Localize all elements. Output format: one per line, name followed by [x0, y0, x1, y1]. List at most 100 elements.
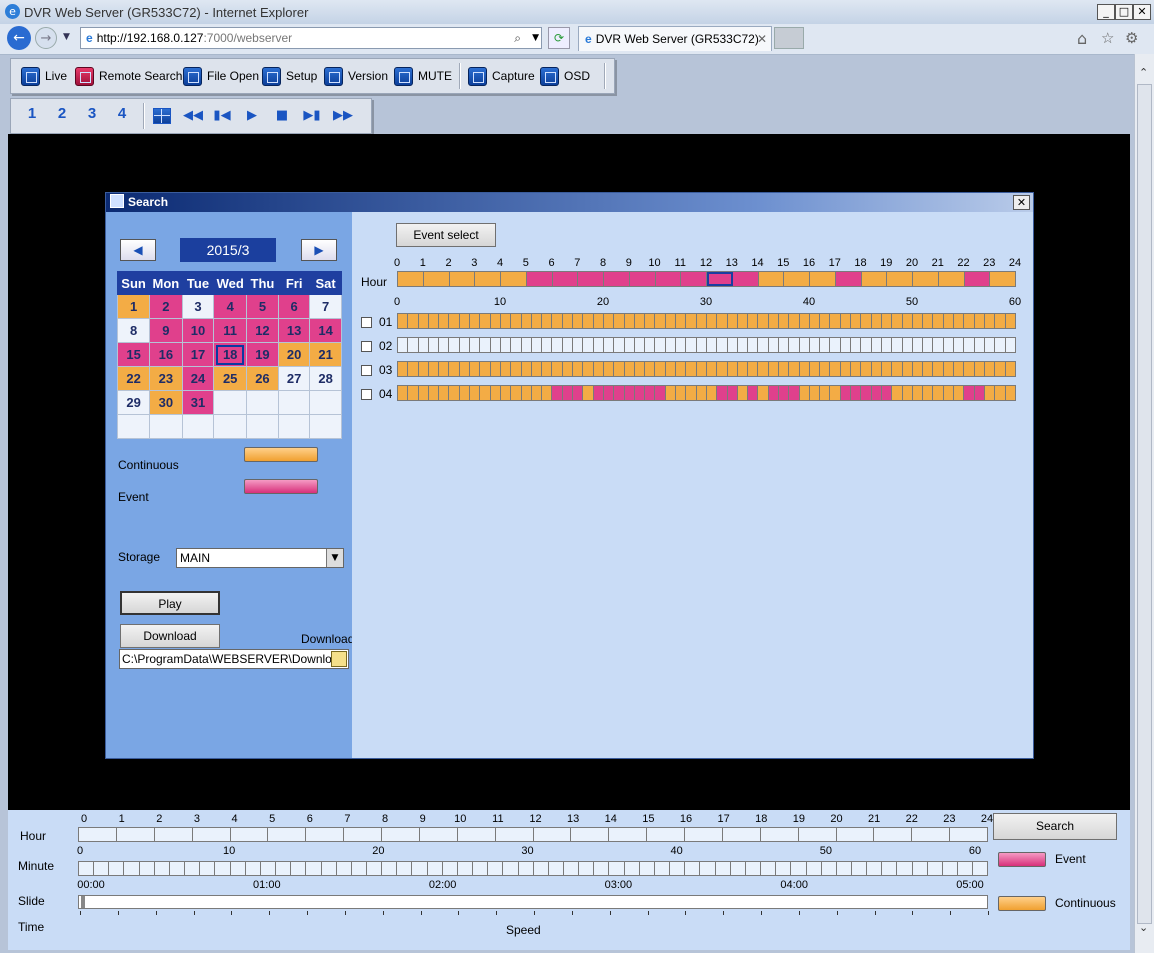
calendar-day-6[interactable]: 6 — [277, 294, 311, 319]
calendar-day-7[interactable]: 7 — [309, 294, 342, 319]
hour-segment[interactable] — [938, 272, 965, 286]
bottom-minute-segment[interactable] — [685, 862, 701, 875]
channel-01-segment[interactable] — [521, 314, 532, 328]
channel-01-segment[interactable] — [923, 314, 934, 328]
channel-04-segment[interactable] — [964, 386, 975, 400]
channel-03-segment[interactable] — [665, 362, 677, 376]
channel-04-segment[interactable] — [459, 386, 471, 400]
bottom-minute-segment[interactable] — [579, 862, 595, 875]
bottom-hour-segment[interactable] — [760, 828, 799, 841]
channel-01-segment[interactable] — [820, 314, 831, 328]
channel-01-checkbox[interactable] — [361, 317, 372, 328]
channel-04-segment[interactable] — [573, 386, 584, 400]
channel-03-segment[interactable] — [820, 362, 831, 376]
bottom-minute-segment[interactable] — [715, 862, 731, 875]
channel-04-segment[interactable] — [871, 386, 882, 400]
channel-02-segment[interactable] — [799, 338, 810, 352]
channel-04-segment[interactable] — [614, 386, 625, 400]
bottom-minute-segment[interactable] — [730, 862, 746, 875]
channel-03-segment[interactable] — [408, 362, 419, 376]
channel-03-segment[interactable] — [964, 362, 975, 376]
hour-segment[interactable] — [681, 272, 707, 286]
channel-02-segment[interactable] — [902, 338, 913, 352]
bottom-hour-segment[interactable] — [306, 828, 345, 841]
bottom-hour-segment[interactable] — [609, 828, 648, 841]
channel-04-segment[interactable] — [398, 386, 409, 400]
channel-02-segment[interactable] — [624, 338, 635, 352]
channel-03-segment[interactable] — [655, 362, 666, 376]
channel-04-segment[interactable] — [789, 386, 800, 400]
channel-03-segment[interactable] — [737, 362, 749, 376]
channel-1-button[interactable]: 1 — [25, 105, 39, 122]
channel-04-segment[interactable] — [840, 386, 852, 400]
channel-04-segment[interactable] — [902, 386, 913, 400]
channel-01-segment[interactable] — [531, 314, 543, 328]
bottom-hour-segment[interactable] — [192, 828, 231, 841]
channel-04-segment[interactable] — [717, 386, 728, 400]
channel-04-segment[interactable] — [511, 386, 522, 400]
channel-03-segment[interactable] — [706, 362, 718, 376]
channel-02-segment[interactable] — [809, 338, 821, 352]
hour-segment[interactable] — [784, 272, 810, 286]
channel-01-segment[interactable] — [871, 314, 882, 328]
channel-02-segment[interactable] — [964, 338, 975, 352]
channel-03-segment[interactable] — [809, 362, 821, 376]
bottom-hour-segment[interactable] — [836, 828, 875, 841]
channel-02-segment[interactable] — [531, 338, 543, 352]
channel-02-segment[interactable] — [717, 338, 728, 352]
bottom-minute-segment[interactable] — [473, 862, 489, 875]
hour-segment[interactable] — [629, 272, 656, 286]
prev-month-button[interactable]: ◀ — [120, 239, 156, 261]
minimize-button[interactable]: _ — [1097, 4, 1115, 20]
channel-01-segment[interactable] — [881, 314, 893, 328]
channel-04-segment[interactable] — [490, 386, 501, 400]
calendar-day-17[interactable]: 17 — [181, 342, 215, 367]
bottom-hour-segment[interactable] — [571, 828, 610, 841]
bottom-minute-segment[interactable] — [594, 862, 610, 875]
hour-segment[interactable] — [501, 272, 527, 286]
channel-04-segment[interactable] — [974, 386, 985, 400]
channel-04-segment[interactable] — [593, 386, 604, 400]
channel-01-segment[interactable] — [706, 314, 718, 328]
channel-02-segment[interactable] — [583, 338, 594, 352]
hour-segment[interactable] — [810, 272, 836, 286]
channel-02-segment[interactable] — [573, 338, 584, 352]
channel-03-segment[interactable] — [881, 362, 893, 376]
channel-02-segment[interactable] — [686, 338, 697, 352]
channel-02-segment[interactable] — [758, 338, 769, 352]
channel-01-segment[interactable] — [902, 314, 913, 328]
channel-03-segment[interactable] — [799, 362, 810, 376]
maximize-button[interactable]: □ — [1115, 4, 1133, 20]
channel-03-segment[interactable] — [676, 362, 687, 376]
calendar-day-9[interactable]: 9 — [149, 318, 183, 343]
channel-03-segment[interactable] — [583, 362, 594, 376]
channel-03-segment[interactable] — [552, 362, 563, 376]
channel-01-segment[interactable] — [964, 314, 975, 328]
channel-01-segment[interactable] — [748, 314, 759, 328]
channel-01-segment[interactable] — [830, 314, 841, 328]
bottom-minute-segment[interactable] — [533, 862, 549, 875]
channel-03-segment[interactable] — [851, 362, 862, 376]
calendar-day-24[interactable]: 24 — [181, 366, 215, 391]
channel-04-segment[interactable] — [933, 386, 944, 400]
bottom-minute-segment[interactable] — [700, 862, 716, 875]
search-button[interactable]: Search — [993, 813, 1117, 840]
channel-04-segment[interactable] — [655, 386, 666, 400]
channel-04-segment[interactable] — [778, 386, 790, 400]
channel-02-segment[interactable] — [737, 338, 749, 352]
bottom-minute-segment[interactable] — [427, 862, 443, 875]
calendar-day-1[interactable]: 1 — [116, 294, 151, 319]
channel-04-segment[interactable] — [984, 386, 996, 400]
channel-02-segment[interactable] — [943, 338, 955, 352]
channel-02-segment[interactable] — [974, 338, 985, 352]
bottom-minute-segment[interactable] — [836, 862, 852, 875]
channel-04-segment[interactable] — [809, 386, 821, 400]
channel-02-segment[interactable] — [470, 338, 481, 352]
channel-02-segment[interactable] — [984, 338, 996, 352]
channel-02-segment[interactable] — [439, 338, 450, 352]
channel-01-segment[interactable] — [789, 314, 800, 328]
channel-01-segment[interactable] — [778, 314, 790, 328]
channel-04-segment[interactable] — [923, 386, 934, 400]
channel-02-segment[interactable] — [593, 338, 604, 352]
mute-button[interactable]: MUTE — [394, 59, 452, 93]
